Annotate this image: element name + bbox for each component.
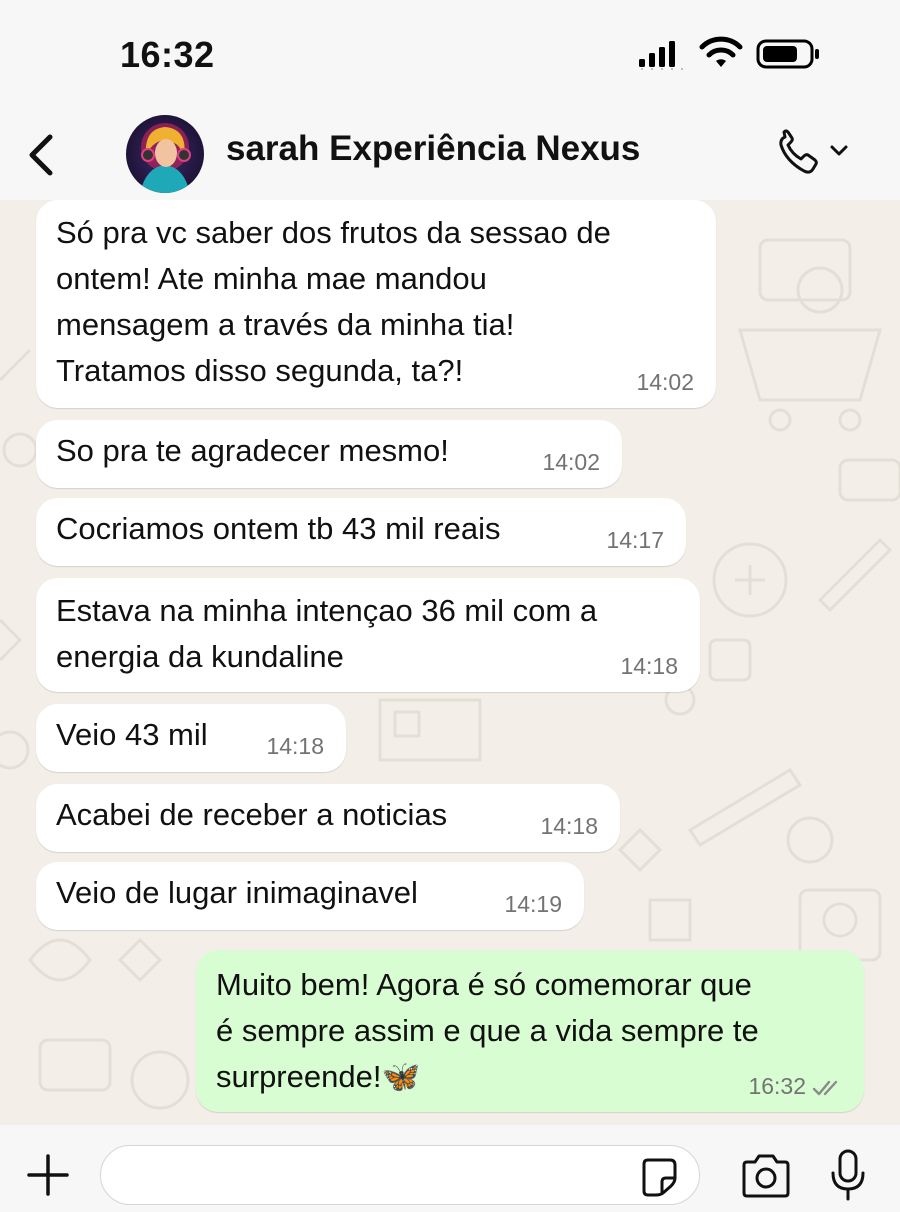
- message-time: 14:18: [620, 653, 678, 679]
- battery-icon: [756, 39, 819, 69]
- outgoing-message[interactable]: Muito bem! Agora é só comemorar que é se…: [196, 950, 864, 1112]
- incoming-message[interactable]: Só pra vc saber dos frutos da sessao de …: [36, 200, 716, 408]
- incoming-message[interactable]: Acabei de receber a noticias 14:18: [36, 784, 620, 852]
- message-time: 14:02: [636, 369, 694, 395]
- cellular-signal-icon: [639, 41, 683, 70]
- wifi-icon: [699, 36, 743, 67]
- phone-call-icon[interactable]: [776, 129, 856, 177]
- microphone-icon[interactable]: [830, 1149, 866, 1201]
- incoming-message[interactable]: So pra te agradecer mesmo! 14:02: [36, 420, 622, 488]
- incoming-message[interactable]: Veio de lugar inimaginavel 14:19: [36, 862, 584, 930]
- plus-icon[interactable]: [26, 1153, 70, 1197]
- message-text: Veio de lugar inimaginavel: [56, 875, 418, 910]
- camera-icon[interactable]: [740, 1153, 792, 1199]
- message-text: Acabei de receber a noticias: [56, 797, 448, 832]
- sticker-icon[interactable]: [638, 1156, 680, 1198]
- message-input[interactable]: [100, 1145, 700, 1205]
- back-arrow-icon[interactable]: [24, 133, 58, 177]
- incoming-message[interactable]: Estava na minha intençao 36 mil com a en…: [36, 578, 700, 692]
- double-check-read-icon: [812, 1080, 838, 1096]
- message-composer: [0, 1125, 900, 1212]
- incoming-message[interactable]: Cocriamos ontem tb 43 mil reais 14:17: [36, 498, 686, 566]
- message-time: 14:02: [542, 449, 600, 475]
- avatar[interactable]: [126, 115, 204, 193]
- chat-header: sarah Experiência Nexus: [0, 105, 900, 200]
- message-time: 14:19: [504, 891, 562, 917]
- message-list[interactable]: Só pra vc saber dos frutos da sessao de …: [0, 200, 900, 1125]
- message-time: 14:18: [540, 813, 598, 839]
- message-text: Estava na minha intençao 36 mil com a en…: [56, 593, 598, 674]
- message-text: Só pra vc saber dos frutos da sessao de …: [56, 215, 611, 388]
- incoming-message[interactable]: Veio 43 mil 14:18: [36, 704, 346, 772]
- message-time: 14:17: [606, 527, 664, 553]
- status-time: 16:32: [120, 34, 215, 75]
- message-time: 16:32: [748, 1073, 806, 1099]
- message-text: Veio 43 mil: [56, 717, 208, 752]
- message-time: 14:18: [266, 733, 324, 759]
- message-text: So pra te agradecer mesmo!: [56, 433, 449, 468]
- contact-name[interactable]: sarah Experiência Nexus: [226, 129, 640, 169]
- status-bar: 16:32: [0, 0, 900, 105]
- message-text: Cocriamos ontem tb 43 mil reais: [56, 511, 501, 546]
